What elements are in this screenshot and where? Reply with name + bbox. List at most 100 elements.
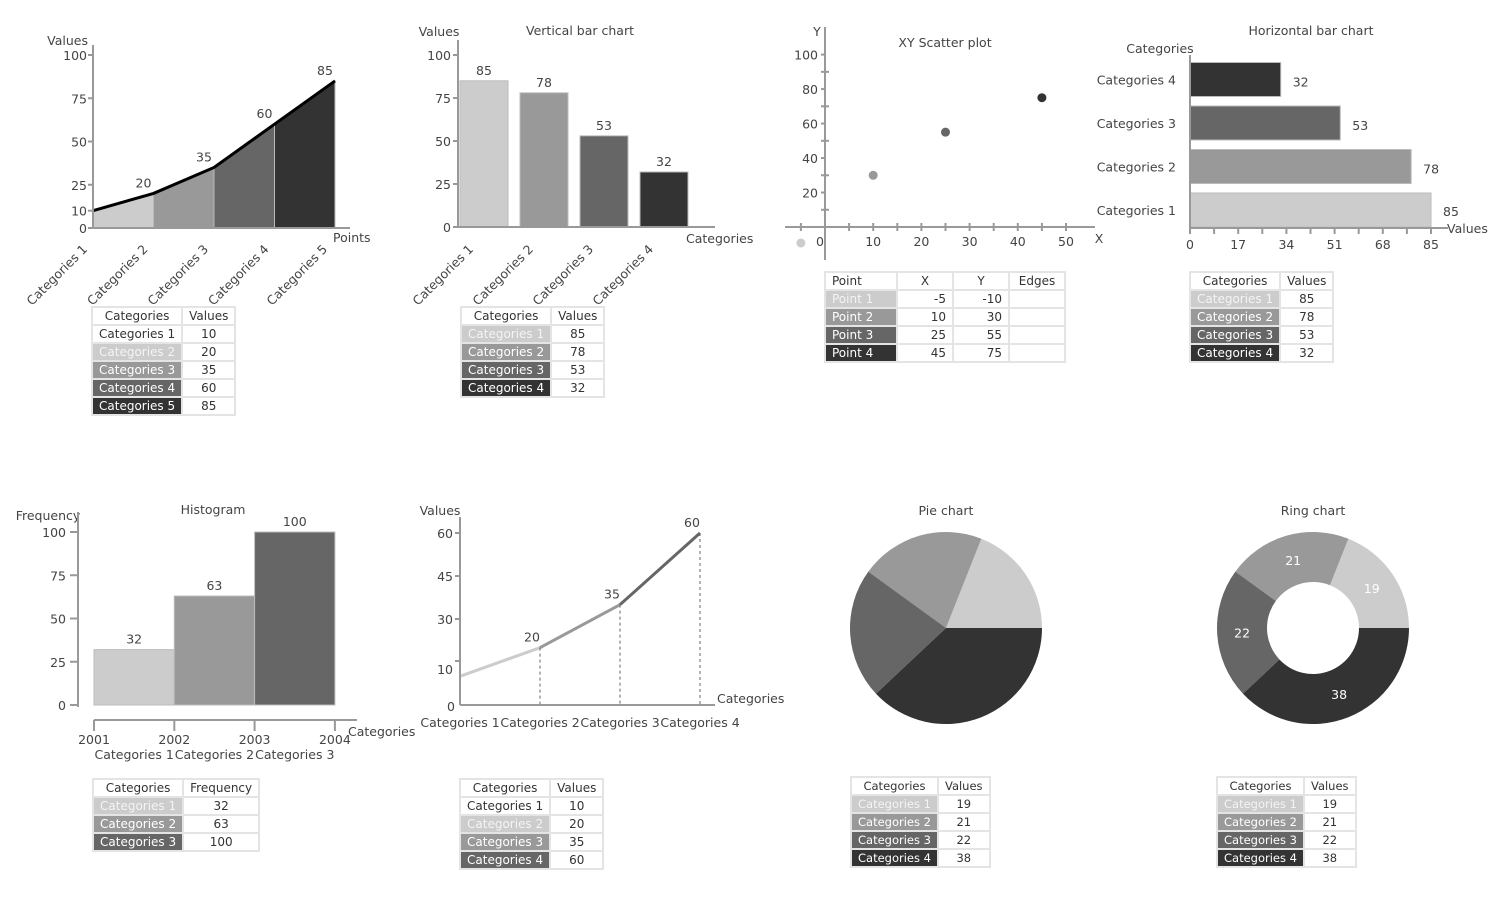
table-cell: 85 (1279, 289, 1335, 309)
table-row-label: Categories 3 (1216, 830, 1305, 850)
table-header-cell: Values (549, 778, 605, 798)
table-cell: 75 (952, 343, 1010, 363)
table-header-row: Categories Values (90, 306, 237, 326)
table-row: Categories 1 19 (850, 794, 991, 814)
chart-title: Pie chart (919, 503, 974, 518)
segment-label: 19 (1364, 581, 1380, 596)
table-header-row: Point X Y Edges (824, 271, 1066, 291)
hbar-data-table: Categories Values Categories 1 85 Categories… (1188, 271, 1335, 363)
y-tick-label: 25 (435, 177, 451, 192)
pie-chart (849, 532, 1042, 725)
data-label: 78 (1423, 162, 1439, 177)
segment-label: 21 (1285, 553, 1301, 568)
table-cell: 53 (1279, 325, 1335, 345)
table-cell: 53 (550, 360, 606, 380)
y-tick-label: 100 (63, 48, 87, 63)
table-row: Categories 2 21 (1216, 812, 1357, 832)
table-header-cell: Categories (90, 306, 184, 326)
table-row-label: Categories 3 (850, 830, 939, 850)
data-label: 32 (656, 154, 672, 169)
table-cell: 20 (549, 814, 605, 834)
table-cell: 55 (952, 325, 1010, 345)
table-row-label: Categories 1 (1188, 289, 1282, 309)
bar (1189, 192, 1432, 228)
table-row-label: Categories 3 (458, 832, 552, 852)
area-segment (213, 123, 275, 229)
y-tick-label: Categories 2 (1097, 160, 1176, 175)
chart-title: Ring chart (1281, 503, 1346, 518)
line-segment (539, 603, 621, 649)
area-chart (92, 79, 336, 229)
table-cell: 22 (936, 830, 991, 850)
table-row-label: Categories 1 (1216, 794, 1305, 814)
table-cell (1008, 289, 1066, 309)
table-row: Categories 4 32 (1188, 343, 1335, 363)
y-tick-label: 30 (437, 612, 453, 627)
x-tick-label: 85 (1423, 237, 1439, 252)
table-cell: 10 (549, 796, 605, 816)
table-row: Categories 4 38 (850, 848, 991, 868)
y-tick-label: 100 (427, 48, 451, 63)
x-tick-label: Categories 1 (23, 242, 90, 309)
table-row-label: Categories 3 (91, 832, 185, 852)
bin-label: 2004 (319, 732, 351, 747)
bin-label: 2003 (239, 732, 271, 747)
y-tick-label: Categories 3 (1097, 116, 1176, 131)
table-row: Categories 3 35 (90, 360, 237, 380)
table-row-label: Categories 1 (90, 324, 184, 344)
y-tick-label: 40 (802, 151, 818, 166)
y-tick-label: 80 (802, 82, 818, 97)
table-cell: 22 (1302, 830, 1357, 850)
y-tick-label: 20 (802, 186, 818, 201)
table-cell: 35 (549, 832, 605, 852)
table-row: Categories 2 21 (850, 812, 991, 832)
table-row-label: Categories 4 (90, 378, 184, 398)
x-tick-label: Categories 4 (589, 241, 656, 308)
table-cell: 60 (181, 378, 237, 398)
x-axis-title: Categories (348, 724, 415, 739)
table-row-label: Categories 3 (1188, 325, 1282, 345)
x-axis-title: Categories (717, 691, 784, 706)
table-row: Categories 3 35 (458, 832, 605, 852)
table-row: Categories 2 63 (91, 814, 261, 834)
y-tick-label: 60 (437, 526, 453, 541)
bar (1189, 149, 1412, 184)
x-tick-label: 51 (1327, 237, 1343, 252)
x-tick-label: 10 (865, 234, 881, 249)
area-segment (92, 192, 154, 229)
table-header-cell: Y (952, 271, 1010, 291)
table-cell: -5 (896, 289, 954, 309)
table-row: Categories 1 19 (1216, 794, 1357, 814)
table-cell: 20 (181, 342, 237, 362)
data-label: 20 (136, 175, 152, 190)
table-header-row: Categories Values (850, 776, 991, 796)
data-label: 53 (596, 118, 612, 133)
table-row: Categories 4 60 (90, 378, 237, 398)
table-row: Categories 1 85 (459, 324, 606, 344)
x-tick-label: 17 (1230, 237, 1246, 252)
table-row-label: Point 3 (824, 325, 898, 345)
table-header-cell: Categories (458, 778, 552, 798)
table-cell (1008, 343, 1066, 363)
y-tick-label: 25 (50, 655, 66, 670)
x-tick-label: 68 (1375, 237, 1391, 252)
x-category-label: Categories 3 (255, 747, 334, 762)
area-data-table: Categories Values Categories 1 10 Categories… (90, 306, 237, 416)
table-cell: 32 (182, 796, 261, 816)
table-header-cell: Values (181, 306, 237, 326)
vbar-data-table: Categories Values Categories 1 85 Categories… (459, 306, 606, 398)
y-tick-label: 25 (71, 178, 87, 193)
table-cell: 60 (549, 850, 605, 870)
data-label: 60 (684, 515, 700, 530)
table-header-cell: Categories (91, 778, 185, 798)
y-tick-label: 0 (79, 221, 87, 236)
table-row: Categories 4 38 (1216, 848, 1357, 868)
table-row: Categories 1 10 (90, 324, 237, 344)
horizontal-bar-chart (1189, 62, 1432, 228)
pie-data-table: Categories Values Categories 1 19 Categories… (850, 776, 991, 868)
x-tick-label: Categories 4 (205, 241, 272, 308)
data-label: 20 (524, 630, 540, 645)
x-tick-label: Categories 2 (469, 242, 536, 309)
table-cell (1008, 307, 1066, 327)
table-row-label: Categories 4 (458, 850, 552, 870)
